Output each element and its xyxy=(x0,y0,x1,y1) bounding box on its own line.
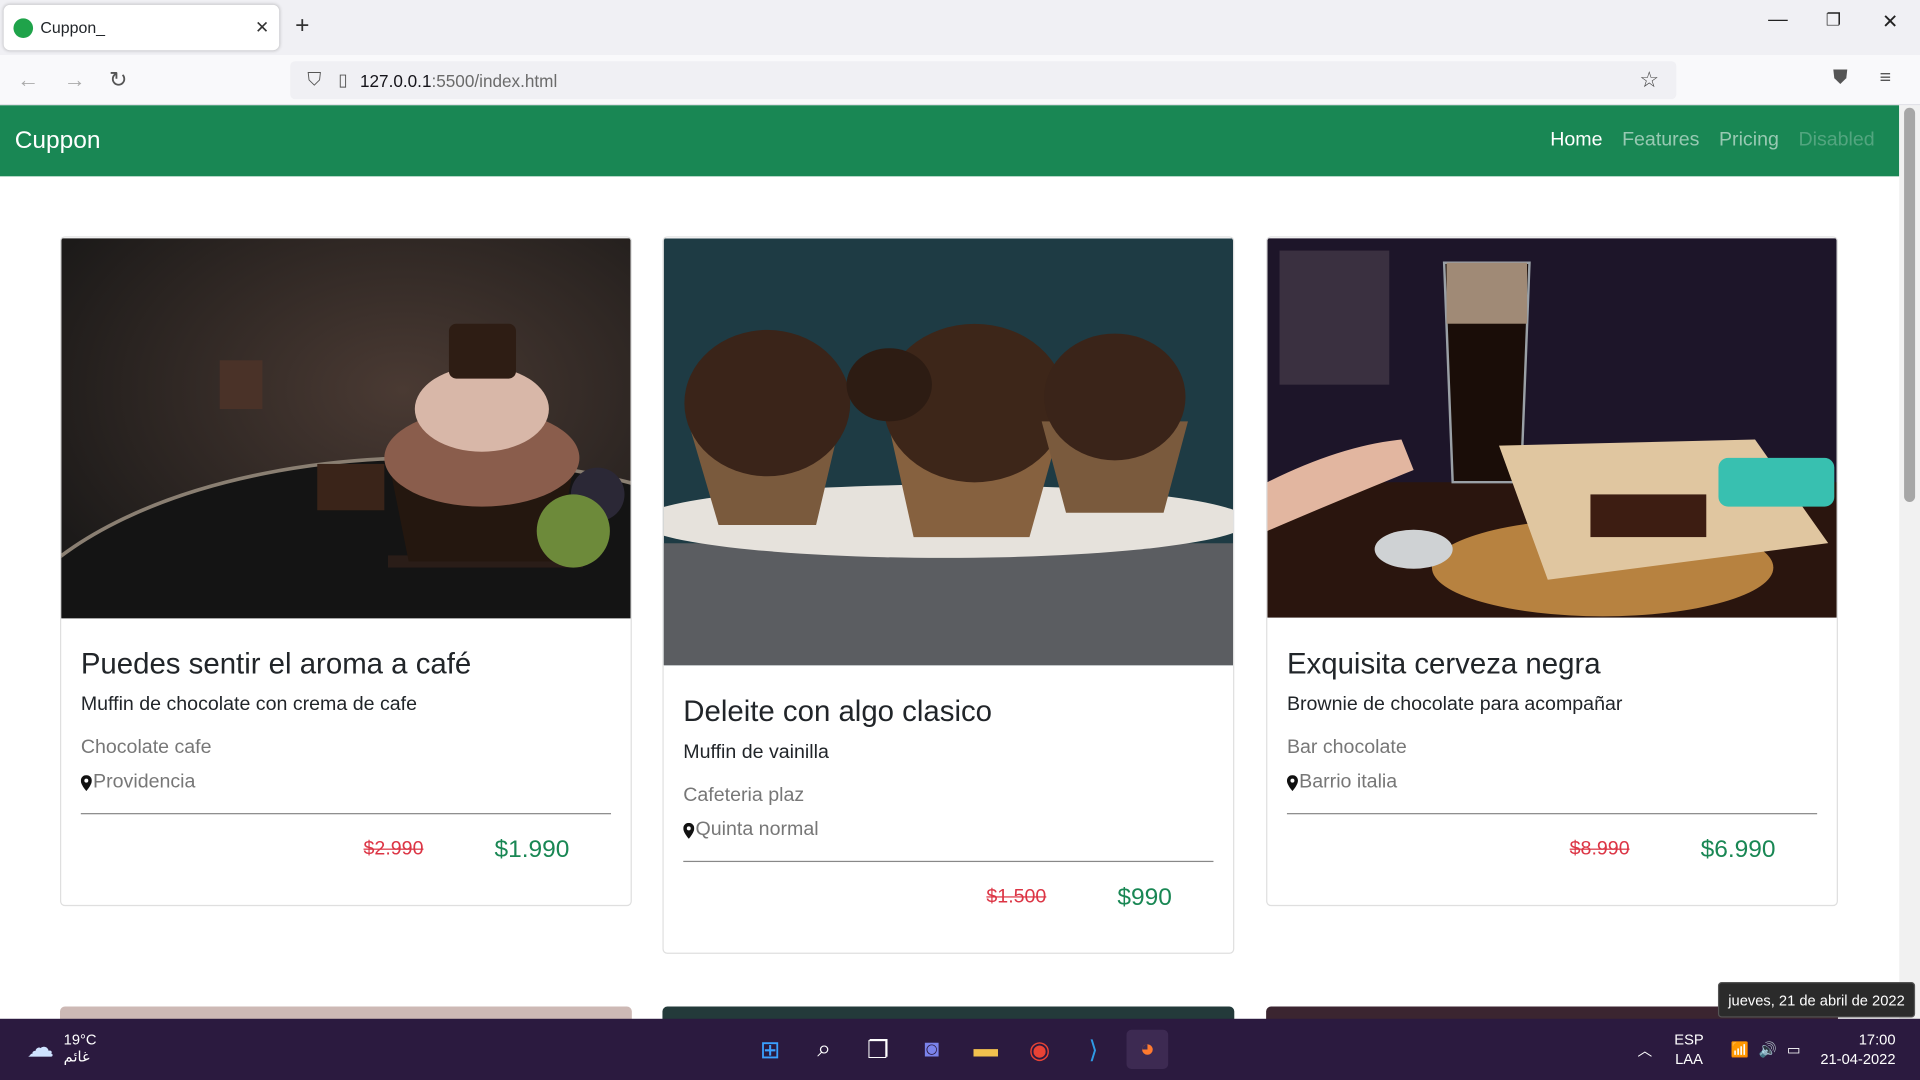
new-tab-icon[interactable]: + xyxy=(295,12,309,40)
coupon-card-1[interactable]: Puedes sentir el aroma a café Muffin de … xyxy=(60,236,632,907)
url-path: :5500/index.html xyxy=(431,70,558,91)
clock[interactable]: 17:00 21-04-2022 xyxy=(1820,1030,1895,1069)
firefox-icon[interactable]: ◕ xyxy=(1126,1029,1169,1069)
nav-disabled: Disabled xyxy=(1798,129,1875,151)
start-icon[interactable]: ⊞ xyxy=(749,1030,791,1069)
nav-home[interactable]: Home xyxy=(1550,130,1602,152)
card-2-location: Quinta normal xyxy=(695,819,819,841)
card-2-old-price: $1.500 xyxy=(986,886,1047,908)
card-1-subtitle: Muffin de chocolate con crema de cafe xyxy=(80,694,417,716)
browser-tab[interactable]: Cuppon_ ✕ xyxy=(3,4,280,51)
card-3-image xyxy=(1267,238,1837,618)
keyboard-layout: LAA xyxy=(1675,1050,1703,1068)
menu-icon[interactable]: ≡ xyxy=(1880,67,1891,89)
card-1-image xyxy=(61,238,631,899)
weather-text: غائم xyxy=(63,1048,90,1066)
scrollbar-thumb[interactable] xyxy=(1904,107,1916,503)
coupon-card-2[interactable]: Deleite con algo clasico Muffin de vaini… xyxy=(662,236,1235,954)
brand-logo[interactable]: Cuppon xyxy=(15,127,101,155)
date-tooltip: jueves, 21 de abril de 2022 xyxy=(1717,982,1916,1018)
battery-icon[interactable]: ▭ xyxy=(1787,1041,1801,1058)
close-tab-icon[interactable]: ✕ xyxy=(255,17,269,38)
clock-time: 17:00 xyxy=(1858,1031,1896,1049)
volume-icon[interactable]: 🔊 xyxy=(1759,1041,1777,1058)
chat-icon[interactable]: ◙ xyxy=(911,1030,953,1069)
language-indicator[interactable]: ESP LAA xyxy=(1674,1030,1703,1069)
system-tray: ︿ ESP LAA 📶 🔊 ▭ 17:00 21-04-2022 xyxy=(1638,1019,1920,1080)
reload-icon[interactable]: ↻ xyxy=(109,67,127,93)
card-3-subtitle: Brownie de chocolate para acompañar xyxy=(1286,694,1623,716)
location-pin-icon xyxy=(80,774,92,791)
card-3-place: Bar chocolate xyxy=(1286,737,1407,758)
site-favicon-icon xyxy=(13,17,34,38)
card-1-old-price: $2.990 xyxy=(363,838,424,860)
nav-features[interactable]: Features xyxy=(1622,130,1699,152)
nav-pricing[interactable]: Pricing xyxy=(1719,130,1779,152)
card-1-new-price: $1.990 xyxy=(494,835,570,863)
card-1-location: Providencia xyxy=(93,771,196,793)
url-bar[interactable]: ⛉ ▯ 127.0.0.1:5500/index.html ☆ xyxy=(290,61,1677,100)
window-close-icon[interactable]: ✕ xyxy=(1882,10,1898,34)
tab-title: Cuppon_ xyxy=(40,18,106,37)
minimize-icon[interactable]: — xyxy=(1768,10,1788,32)
task-view-icon[interactable]: ❐ xyxy=(857,1030,899,1069)
card-3-location: Barrio italia xyxy=(1299,771,1398,793)
weather-temp: 19°C xyxy=(63,1031,97,1049)
card-1-title: Puedes sentir el aroma a café xyxy=(80,647,472,681)
shield-icon[interactable]: ⛉ xyxy=(307,70,321,91)
card-2-title: Deleite con algo clasico xyxy=(683,695,993,729)
pocket-icon[interactable]: ⛊ xyxy=(1833,67,1848,89)
windows-taskbar: ☁ 19°C غائم ⊞ ⌕ ❐ ◙ ▬ ◉ ⟩ ◕ ︿ ESP LAA 📶 … xyxy=(0,1018,1920,1080)
show-hidden-icons-icon[interactable]: ︿ xyxy=(1638,1039,1653,1060)
card-3-new-price: $6.990 xyxy=(1700,835,1776,863)
restore-icon[interactable]: ❐ xyxy=(1826,10,1841,31)
cloud-icon: ☁ xyxy=(26,1032,54,1063)
location-pin-icon xyxy=(1286,774,1298,791)
card-3-old-price: $8.990 xyxy=(1569,838,1630,860)
url-host: 127.0.0.1 xyxy=(359,70,432,91)
chrome-icon[interactable]: ◉ xyxy=(1019,1030,1061,1069)
nav-links: Home Features Pricing Disabled xyxy=(1550,105,1874,176)
scrollbar[interactable] xyxy=(1899,105,1920,1019)
coupon-card-3[interactable]: Exquisita cerveza negra Brownie de choco… xyxy=(1266,236,1838,907)
browser-toolbar: ← → ↻ ⛉ ▯ 127.0.0.1:5500/index.html ☆ ⛊ … xyxy=(0,55,1920,106)
clock-date: 21-04-2022 xyxy=(1820,1050,1896,1068)
card-2-image xyxy=(663,238,1234,666)
site-navbar: Cuppon Home Features Pricing Disabled xyxy=(0,105,1900,177)
page-icon: ▯ xyxy=(338,69,348,90)
bookmark-star-icon[interactable]: ☆ xyxy=(1639,67,1659,93)
card-2-new-price: $990 xyxy=(1117,883,1172,911)
search-icon[interactable]: ⌕ xyxy=(803,1030,845,1069)
weather-widget[interactable]: ☁ 19°C غائم xyxy=(27,1031,97,1065)
card-2-subtitle: Muffin de vainilla xyxy=(683,742,829,763)
forward-icon[interactable]: → xyxy=(64,67,86,93)
card-1-place: Chocolate cafe xyxy=(80,737,212,758)
back-icon[interactable]: ← xyxy=(17,67,39,93)
card-2-place: Cafeteria plaz xyxy=(683,784,805,806)
vscode-icon[interactable]: ⟩ xyxy=(1073,1030,1115,1069)
file-explorer-icon[interactable]: ▬ xyxy=(965,1030,1007,1069)
language-code: ESP xyxy=(1674,1031,1704,1049)
card-3-title: Exquisita cerveza negra xyxy=(1286,647,1601,681)
location-pin-icon xyxy=(683,822,695,839)
browser-tab-bar: Cuppon_ ✕ + — ❐ ✕ xyxy=(0,0,1920,56)
wifi-icon[interactable]: 📶 xyxy=(1731,1041,1749,1058)
